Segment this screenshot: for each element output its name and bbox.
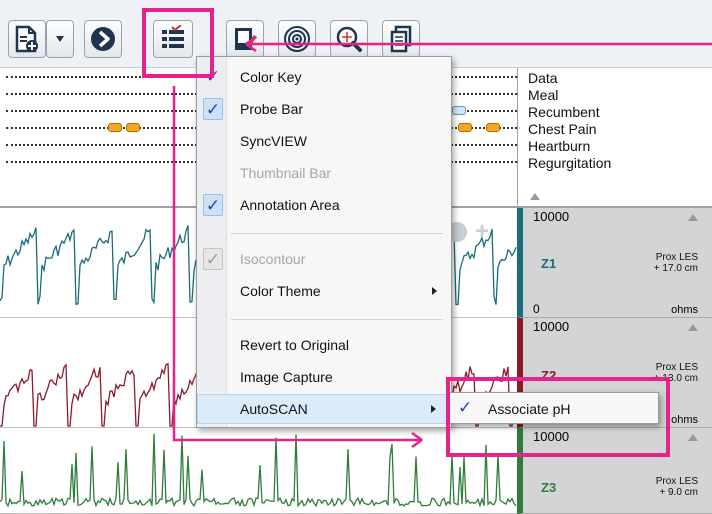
callout-box-toolbar-button	[142, 8, 214, 78]
track-z3[interactable]	[0, 428, 517, 514]
legend-item-data: Data	[528, 70, 558, 86]
view-options-menu: ✓ Color Key ✓ Probe Bar SyncVIEW Thumbna…	[196, 56, 452, 428]
event-legend: Data Meal Recumbent Chest Pain Heartburn…	[517, 68, 712, 208]
next-icon	[91, 27, 115, 51]
copy-icon	[390, 25, 412, 53]
menu-separator	[231, 319, 443, 320]
callout-box-associate-ph	[446, 377, 670, 457]
channel-location: Prox LES + 9.0 cm	[655, 476, 698, 498]
new-study-button[interactable]	[8, 20, 46, 58]
scale-up-icon[interactable]	[688, 214, 698, 221]
zoom-in-icon[interactable]: +	[475, 220, 489, 244]
target-button[interactable]	[278, 20, 316, 58]
submenu-arrow-icon	[431, 405, 436, 413]
target-icon	[284, 26, 310, 52]
check-icon: ✓	[203, 248, 223, 270]
channel-name: Z1	[541, 256, 557, 271]
menu-item-annotation-area[interactable]: ✓ Annotation Area	[197, 190, 451, 220]
menu-item-syncview[interactable]: SyncVIEW	[197, 126, 451, 156]
menu-item-thumbnail-bar: Thumbnail Bar	[240, 165, 332, 181]
new-study-dropdown[interactable]	[46, 20, 74, 58]
submenu-arrow-icon	[432, 287, 437, 295]
channel-panel-z1[interactable]: 10000 Z1 Prox LES + 17.0 cm 0 ohms	[517, 208, 712, 318]
menu-item-autoscan[interactable]: AutoSCAN	[197, 394, 451, 424]
zoom-button[interactable]	[330, 20, 368, 58]
menu-item-color-theme[interactable]: Color Theme	[197, 276, 451, 306]
channel-name: Z3	[541, 480, 557, 495]
impedance-waveform-z3	[0, 433, 517, 508]
scale-up-icon[interactable]	[688, 324, 698, 331]
event-marker[interactable]	[452, 106, 466, 115]
zoom-icon	[336, 26, 362, 52]
menu-item-isocontour: ✓ Isocontour	[197, 244, 451, 274]
legend-scroll-up-icon[interactable]	[530, 193, 540, 200]
legend-item-chest-pain: Chest Pain	[528, 121, 597, 137]
new-study-icon	[15, 25, 38, 53]
menu-separator	[231, 233, 443, 234]
event-marker[interactable]	[126, 123, 140, 132]
legend-item-recumbent: Recumbent	[528, 104, 600, 120]
channel-unit: ohms	[671, 304, 698, 316]
menu-item-image-capture[interactable]: Image Capture	[197, 362, 451, 392]
copy-button[interactable]	[382, 20, 420, 58]
edit-button[interactable]	[226, 20, 264, 58]
waveform-trace	[0, 433, 517, 508]
menu-item-probe-bar[interactable]: ✓ Probe Bar	[197, 94, 451, 124]
channel-unit: ohms	[671, 414, 698, 426]
legend-item-meal: Meal	[528, 87, 559, 103]
channel-min: 0	[533, 302, 540, 316]
legend-item-regurgitation: Regurgitation	[528, 155, 612, 171]
channel-max: 10000	[533, 209, 570, 224]
check-icon: ✓	[203, 194, 223, 216]
check-icon: ✓	[203, 98, 223, 120]
channel-location: Prox LES + 17.0 cm	[653, 252, 698, 274]
menu-item-revert-to-original[interactable]: Revert to Original	[197, 330, 451, 360]
event-marker[interactable]	[108, 123, 122, 132]
menu-item-color-key[interactable]: ✓ Color Key	[197, 62, 451, 92]
legend-item-heartburn: Heartburn	[528, 138, 591, 154]
scale-up-icon[interactable]	[688, 434, 698, 441]
next-button[interactable]	[84, 20, 122, 58]
dropdown-arrow-icon	[56, 36, 64, 42]
edit-icon	[235, 28, 257, 50]
channel-max: 10000	[533, 319, 570, 334]
event-marker[interactable]	[458, 123, 472, 132]
event-marker[interactable]	[486, 123, 500, 132]
